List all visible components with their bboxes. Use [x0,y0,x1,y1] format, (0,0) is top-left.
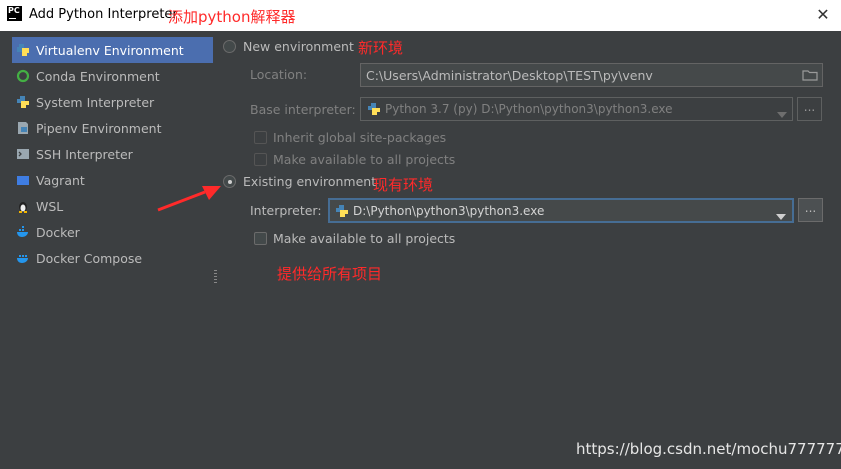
new-env-make-available-checkbox[interactable] [254,153,267,166]
virtualenv-icon [16,43,30,57]
interpreter-label: Interpreter: [250,203,322,218]
vagrant-icon [16,173,30,187]
location-label: Location: [250,67,308,82]
new-environment-annotation: 新环境 [358,39,404,57]
sidebar-item-label: SSH Interpreter [36,146,133,162]
sidebar-item-docker-compose[interactable]: Docker Compose [12,245,213,271]
base-interpreter-browse-button[interactable]: ... [797,97,822,121]
sidebar-item-docker[interactable]: Docker [12,219,213,245]
new-environment-radio[interactable] [223,40,236,53]
location-field[interactable]: C:\Users\Administrator\Desktop\TEST\py\v… [360,63,823,87]
dialog-title: Add Python Interpreter [29,7,178,22]
sidebar-item-pipenv[interactable]: Pipenv Environment [12,115,213,141]
python-icon [16,95,30,109]
base-interpreter-value: Python 3.7 (py) D:\Python\python3\python… [385,102,673,116]
interpreter-browse-button[interactable]: ... [798,198,823,222]
existing-environment-annotation: 现有环境 [373,176,434,194]
sidebar-item-label: Pipenv Environment [36,120,162,136]
sidebar-item-label: Conda Environment [36,68,160,84]
sidebar-item-label: Docker Compose [36,250,143,266]
existing-env-make-available-label: Make available to all projects [273,231,456,246]
inherit-packages-checkbox[interactable] [254,131,267,144]
chevron-down-icon [776,208,786,223]
location-value: C:\Users\Administrator\Desktop\TEST\py\v… [366,67,653,83]
linux-tux-icon [16,199,30,213]
interpreter-value: D:\Python\python3\python3.exe [353,203,545,218]
sidebar-item-virtualenv[interactable]: Virtualenv Environment [12,37,213,63]
chevron-down-icon [777,106,787,121]
pipenv-icon [16,121,30,135]
sidebar-item-label: Vagrant [36,172,85,188]
pycharm-logo-icon: PC [7,6,22,21]
sidebar-item-conda[interactable]: Conda Environment [12,63,213,89]
interpreter-select[interactable]: D:\Python\python3\python3.exe [328,198,794,223]
sidebar-item-ssh[interactable]: SSH Interpreter [12,141,213,167]
conda-icon [16,69,30,83]
title-bar: PC Add Python Interpreter 添加python解释器 ✕ [0,0,841,31]
sidebar-item-label: System Interpreter [36,94,155,110]
new-environment-label: New environment [243,39,354,54]
arrow-annotation-icon [157,186,221,212]
folder-icon[interactable] [802,68,818,85]
make-available-annotation: 提供给所有项目 [277,265,383,283]
python-icon [367,102,381,116]
sidebar-item-system[interactable]: System Interpreter [12,89,213,115]
watermark: https://blog.csdn.net/mochu7777777 [576,440,841,458]
base-interpreter-select[interactable]: Python 3.7 (py) D:\Python\python3\python… [360,97,793,121]
inherit-packages-label: Inherit global site-packages [273,130,447,145]
sidebar-item-label: Docker [36,224,80,240]
title-annotation: 添加python解释器 [168,8,296,26]
interpreter-type-sidebar: Virtualenv Environment Conda Environment… [0,31,216,469]
existing-env-make-available-checkbox[interactable] [254,232,267,245]
new-env-make-available-label: Make available to all projects [273,152,456,167]
docker-icon [16,225,30,239]
python-icon [335,204,349,218]
sidebar-item-label: Virtualenv Environment [36,42,184,58]
ssh-terminal-icon [16,147,30,161]
base-interpreter-label: Base interpreter: [250,102,356,117]
close-button[interactable]: ✕ [812,4,834,26]
sidebar-item-label: WSL [36,198,64,214]
docker-compose-icon [16,251,30,265]
existing-environment-label: Existing environment [243,174,377,189]
splitter-handle[interactable] [214,270,217,284]
